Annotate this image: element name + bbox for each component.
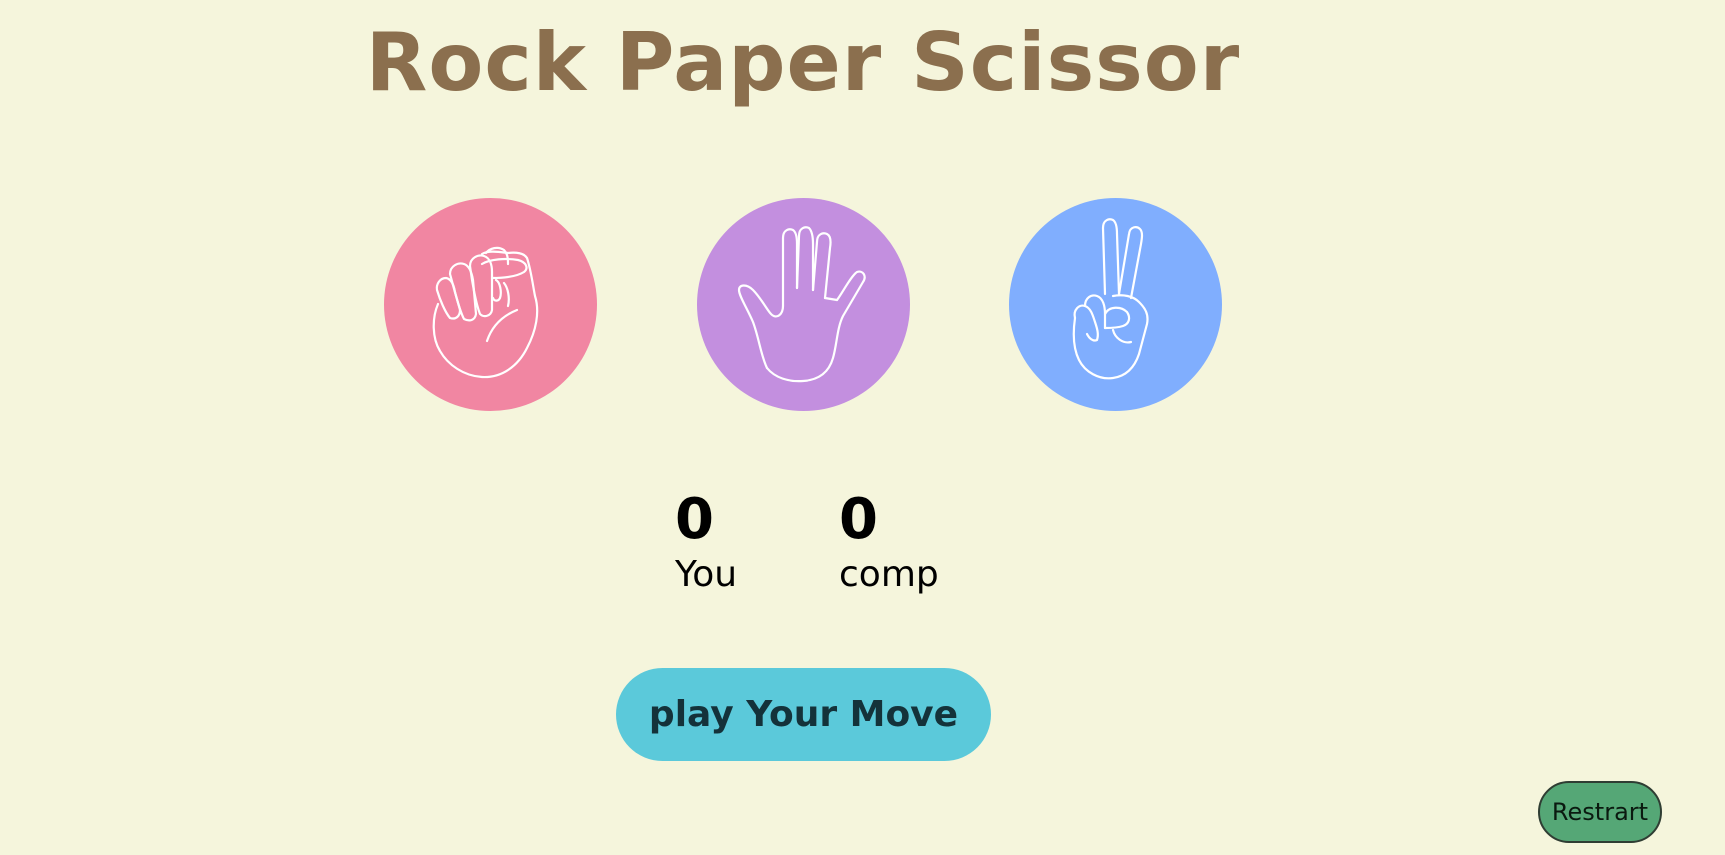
comp-score: 0 comp xyxy=(839,485,939,595)
rock-fist-icon xyxy=(432,246,539,379)
user-score: 0 You xyxy=(675,485,737,595)
user-score-value: 0 xyxy=(675,487,714,552)
user-score-label: You xyxy=(675,554,738,595)
comp-score-label: comp xyxy=(839,554,939,595)
comp-score-value: 0 xyxy=(839,487,878,552)
game-title: Rock Paper Scissor xyxy=(365,16,1241,109)
restart-button[interactable]: Restrart xyxy=(1538,781,1662,843)
rock-choice[interactable] xyxy=(384,198,597,411)
scissor-choice[interactable] xyxy=(1009,198,1222,411)
scissor-hand-icon xyxy=(1072,218,1149,380)
paper-choice[interactable] xyxy=(697,198,910,411)
game-message: play Your Move xyxy=(616,668,991,761)
paper-hand-icon xyxy=(737,226,866,383)
